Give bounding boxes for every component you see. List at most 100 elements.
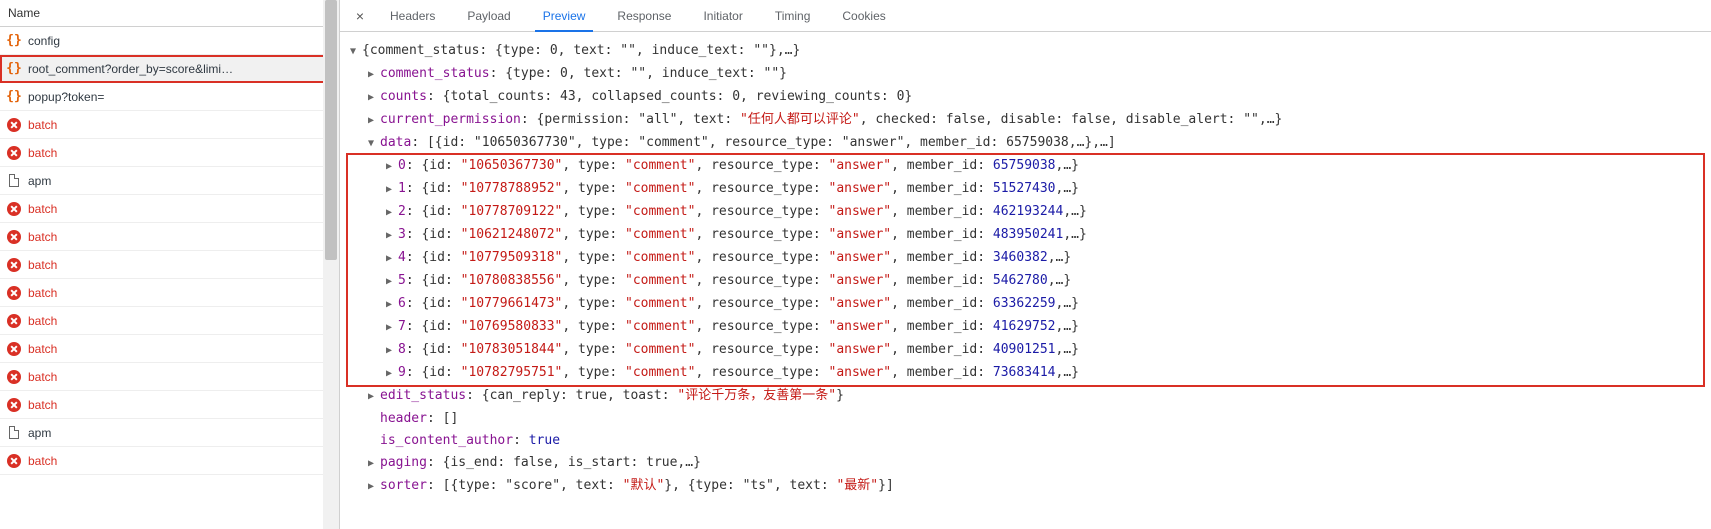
name-column-header[interactable]: Name bbox=[0, 0, 339, 27]
expand-closed-icon[interactable] bbox=[386, 155, 398, 178]
json-line[interactable]: paging: {is_end: false, is_start: true,…… bbox=[350, 452, 1701, 475]
request-row[interactable]: batch bbox=[0, 223, 339, 251]
json-content: {comment_status: {type: 0, text: "", ind… bbox=[362, 40, 800, 62]
spacer bbox=[368, 408, 380, 430]
request-row[interactable]: batch bbox=[0, 447, 339, 475]
json-line[interactable]: edit_status: {can_reply: true, toast: "评… bbox=[350, 385, 1701, 408]
expand-closed-icon[interactable] bbox=[368, 452, 380, 475]
json-content: 9: {id: "10782795751", type: "comment", … bbox=[398, 362, 1079, 384]
request-label: batch bbox=[28, 342, 57, 356]
json-content: comment_status: {type: 0, text: "", indu… bbox=[380, 63, 787, 85]
request-row[interactable]: {}config bbox=[0, 27, 339, 55]
expand-closed-icon[interactable] bbox=[386, 224, 398, 247]
document-icon bbox=[6, 425, 22, 441]
json-content: is_content_author: true bbox=[380, 430, 560, 452]
request-label: batch bbox=[28, 146, 57, 160]
details-panel: × HeadersPayloadPreviewResponseInitiator… bbox=[340, 0, 1711, 529]
json-content: 6: {id: "10779661473", type: "comment", … bbox=[398, 293, 1079, 315]
request-label: batch bbox=[28, 202, 57, 216]
request-row[interactable]: batch bbox=[0, 335, 339, 363]
json-line[interactable]: data: [{id: "10650367730", type: "commen… bbox=[350, 132, 1701, 155]
request-row[interactable]: batch bbox=[0, 363, 339, 391]
expand-closed-icon[interactable] bbox=[386, 339, 398, 362]
expand-closed-icon[interactable] bbox=[368, 109, 380, 132]
json-line[interactable]: 5: {id: "10780838556", type: "comment", … bbox=[350, 270, 1701, 293]
expand-open-icon[interactable] bbox=[350, 40, 362, 63]
tab-headers[interactable]: Headers bbox=[374, 0, 451, 31]
expand-closed-icon[interactable] bbox=[368, 63, 380, 86]
expand-closed-icon[interactable] bbox=[386, 247, 398, 270]
expand-closed-icon[interactable] bbox=[386, 178, 398, 201]
request-row[interactable]: batch bbox=[0, 279, 339, 307]
json-line[interactable]: is_content_author: true bbox=[350, 430, 1701, 452]
request-row[interactable]: batch bbox=[0, 251, 339, 279]
request-row[interactable]: batch bbox=[0, 111, 339, 139]
json-content: current_permission: {permission: "all", … bbox=[380, 109, 1282, 131]
json-line[interactable]: 1: {id: "10778788952", type: "comment", … bbox=[350, 178, 1701, 201]
json-content: 4: {id: "10779509318", type: "comment", … bbox=[398, 247, 1071, 269]
scrollbar-thumb[interactable] bbox=[325, 0, 337, 260]
expand-open-icon[interactable] bbox=[368, 132, 380, 155]
request-row[interactable]: {}root_comment?order_by=score&limi… bbox=[0, 55, 339, 83]
request-label: root_comment?order_by=score&limi… bbox=[28, 62, 233, 76]
tab-cookies[interactable]: Cookies bbox=[826, 0, 901, 31]
request-row[interactable]: {}popup?token= bbox=[0, 83, 339, 111]
scrollbar[interactable] bbox=[323, 0, 339, 529]
request-label: batch bbox=[28, 286, 57, 300]
error-icon bbox=[6, 229, 22, 245]
tab-preview[interactable]: Preview bbox=[527, 0, 602, 31]
json-line[interactable]: counts: {total_counts: 43, collapsed_cou… bbox=[350, 86, 1701, 109]
document-icon bbox=[6, 173, 22, 189]
request-label: batch bbox=[28, 370, 57, 384]
error-icon bbox=[6, 285, 22, 301]
json-content: header: [] bbox=[380, 408, 458, 430]
request-row[interactable]: batch bbox=[0, 139, 339, 167]
expand-closed-icon[interactable] bbox=[386, 362, 398, 385]
json-content: 1: {id: "10778788952", type: "comment", … bbox=[398, 178, 1079, 200]
tab-timing[interactable]: Timing bbox=[759, 0, 827, 31]
tab-response[interactable]: Response bbox=[601, 0, 687, 31]
request-label: apm bbox=[28, 174, 51, 188]
request-label: apm bbox=[28, 426, 51, 440]
json-line[interactable]: 8: {id: "10783051844", type: "comment", … bbox=[350, 339, 1701, 362]
expand-closed-icon[interactable] bbox=[368, 86, 380, 109]
tab-initiator[interactable]: Initiator bbox=[687, 0, 758, 31]
error-icon bbox=[6, 397, 22, 413]
request-label: batch bbox=[28, 398, 57, 412]
request-label: batch bbox=[28, 230, 57, 244]
request-row[interactable]: apm bbox=[0, 419, 339, 447]
json-line[interactable]: current_permission: {permission: "all", … bbox=[350, 109, 1701, 132]
json-line[interactable]: {comment_status: {type: 0, text: "", ind… bbox=[350, 40, 1701, 63]
request-row[interactable]: batch bbox=[0, 195, 339, 223]
error-icon bbox=[6, 313, 22, 329]
tab-payload[interactable]: Payload bbox=[451, 0, 526, 31]
expand-closed-icon[interactable] bbox=[386, 201, 398, 224]
json-line[interactable]: header: [] bbox=[350, 408, 1701, 430]
expand-closed-icon[interactable] bbox=[386, 293, 398, 316]
expand-closed-icon[interactable] bbox=[386, 316, 398, 339]
request-list: {}config{}root_comment?order_by=score&li… bbox=[0, 27, 339, 529]
json-content: 5: {id: "10780838556", type: "comment", … bbox=[398, 270, 1071, 292]
close-icon[interactable]: × bbox=[346, 8, 374, 24]
json-content: sorter: [{type: "score", text: "默认"}, {t… bbox=[380, 475, 894, 497]
request-row[interactable]: batch bbox=[0, 391, 339, 419]
request-label: popup?token= bbox=[28, 90, 104, 104]
json-content: 8: {id: "10783051844", type: "comment", … bbox=[398, 339, 1079, 361]
data-array-highlight: 0: {id: "10650367730", type: "comment", … bbox=[346, 153, 1705, 387]
error-icon bbox=[6, 117, 22, 133]
request-row[interactable]: apm bbox=[0, 167, 339, 195]
json-line[interactable]: 6: {id: "10779661473", type: "comment", … bbox=[350, 293, 1701, 316]
expand-closed-icon[interactable] bbox=[386, 270, 398, 293]
json-line[interactable]: 4: {id: "10779509318", type: "comment", … bbox=[350, 247, 1701, 270]
json-line[interactable]: 2: {id: "10778709122", type: "comment", … bbox=[350, 201, 1701, 224]
expand-closed-icon[interactable] bbox=[368, 475, 380, 498]
preview-body[interactable]: {comment_status: {type: 0, text: "", ind… bbox=[340, 32, 1711, 529]
expand-closed-icon[interactable] bbox=[368, 385, 380, 408]
json-line[interactable]: 0: {id: "10650367730", type: "comment", … bbox=[350, 155, 1701, 178]
json-line[interactable]: 9: {id: "10782795751", type: "comment", … bbox=[350, 362, 1701, 385]
json-line[interactable]: 7: {id: "10769580833", type: "comment", … bbox=[350, 316, 1701, 339]
request-row[interactable]: batch bbox=[0, 307, 339, 335]
json-line[interactable]: comment_status: {type: 0, text: "", indu… bbox=[350, 63, 1701, 86]
json-line[interactable]: sorter: [{type: "score", text: "默认"}, {t… bbox=[350, 475, 1701, 498]
json-line[interactable]: 3: {id: "10621248072", type: "comment", … bbox=[350, 224, 1701, 247]
